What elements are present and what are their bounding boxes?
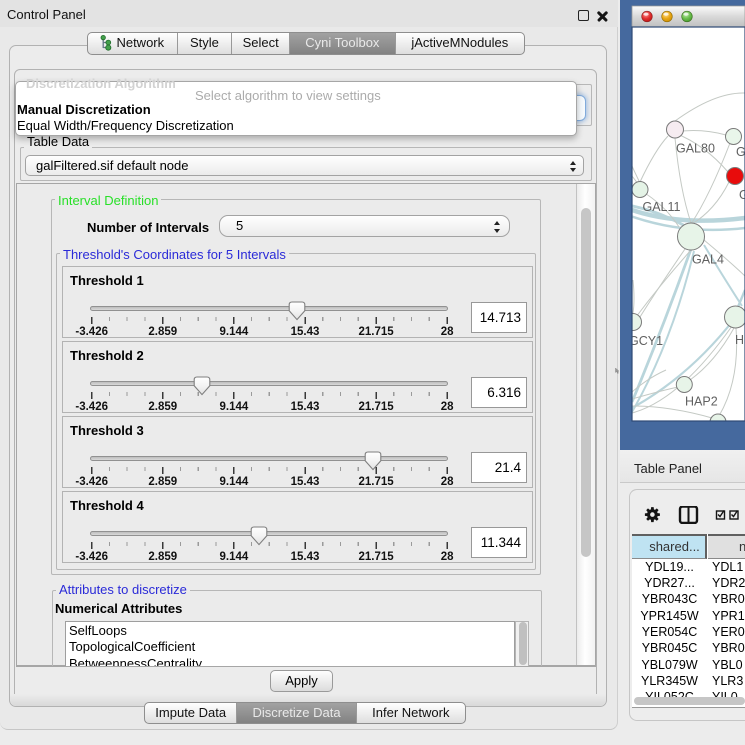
svg-text:G: G (739, 188, 745, 202)
svg-text:GAL11: GAL11 (643, 200, 681, 214)
svg-text:GA: GA (736, 145, 745, 159)
svg-text:GAL4: GAL4 (692, 253, 724, 267)
svg-text:H: H (735, 333, 744, 347)
svg-text:HAP2: HAP2 (685, 395, 718, 409)
svg-text:GAL80: GAL80 (676, 142, 715, 156)
svg-text:GCY1: GCY1 (629, 334, 663, 348)
